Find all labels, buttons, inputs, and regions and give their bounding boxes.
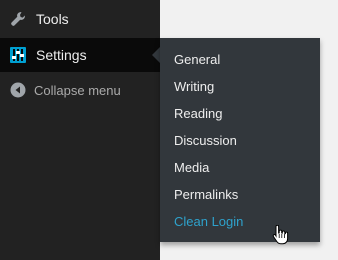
- submenu-pointer-arrow: [152, 47, 160, 63]
- collapse-menu-button[interactable]: Collapse menu: [0, 78, 160, 104]
- sidebar-item-tools[interactable]: Tools: [0, 0, 160, 38]
- collapse-arrow-icon: [10, 82, 26, 98]
- admin-sidebar: Tools Settings Collapse menu: [0, 0, 160, 260]
- submenu-item-general[interactable]: General: [174, 52, 220, 67]
- submenu-item-media[interactable]: Media: [174, 160, 209, 175]
- sidebar-item-settings[interactable]: Settings: [0, 38, 160, 72]
- hand-pointer-cursor-icon: [272, 224, 290, 245]
- submenu-item-reading[interactable]: Reading: [174, 106, 222, 121]
- collapse-menu-label: Collapse menu: [34, 83, 121, 98]
- submenu-item-clean-login[interactable]: Clean Login: [174, 214, 243, 229]
- wrench-icon: [10, 11, 26, 27]
- settings-sliders-icon: [10, 47, 26, 63]
- sidebar-item-label: Settings: [36, 47, 87, 63]
- submenu-item-writing[interactable]: Writing: [174, 79, 214, 94]
- submenu-item-permalinks[interactable]: Permalinks: [174, 187, 238, 202]
- settings-flyout-submenu: General Writing Reading Discussion Media…: [160, 38, 320, 242]
- submenu-item-discussion[interactable]: Discussion: [174, 133, 237, 148]
- sidebar-item-label: Tools: [36, 11, 69, 27]
